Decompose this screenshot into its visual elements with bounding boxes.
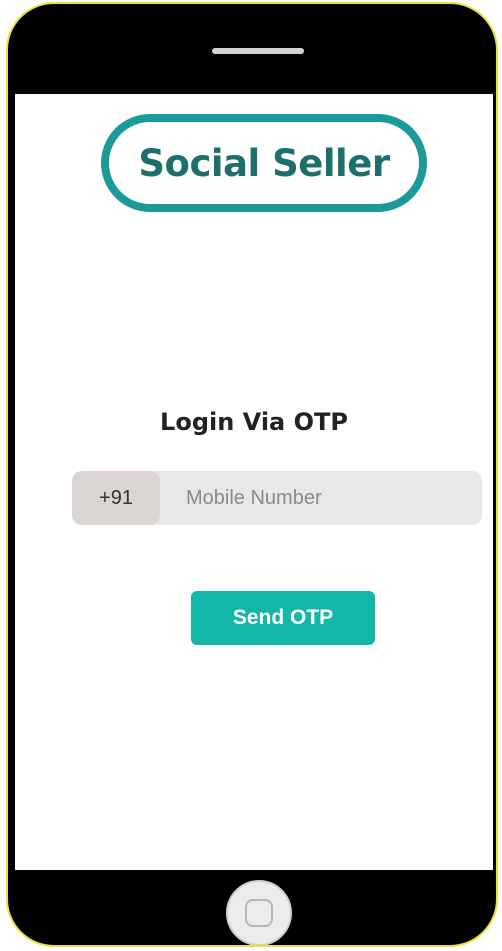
app-screen: Social Seller Login Via OTP +91 Send OTP — [15, 94, 493, 870]
brand-name: Social Seller — [138, 141, 390, 185]
home-button[interactable] — [226, 880, 292, 945]
phone-frame: Social Seller Login Via OTP +91 Send OTP — [6, 2, 498, 947]
send-otp-button[interactable]: Send OTP — [191, 591, 375, 645]
login-title: Login Via OTP — [160, 408, 348, 436]
home-button-icon — [245, 899, 273, 927]
brand-logo: Social Seller — [101, 114, 427, 212]
country-code[interactable]: +91 — [72, 471, 160, 525]
mobile-number-input[interactable] — [160, 471, 482, 525]
speaker-grille — [212, 48, 304, 54]
phone-number-group: +91 — [72, 471, 482, 525]
